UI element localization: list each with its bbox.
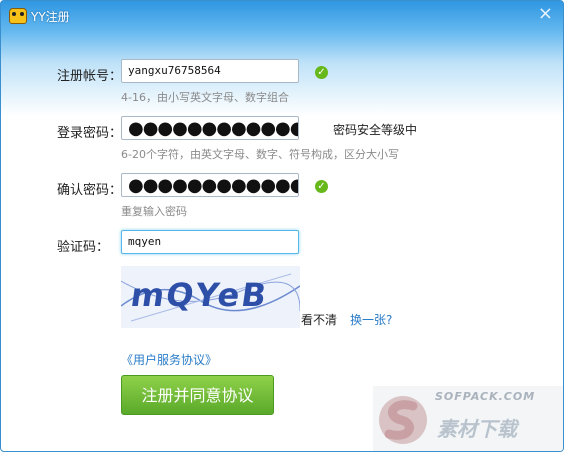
close-icon[interactable]: ×	[538, 5, 553, 23]
account-label: 注册帐号：	[57, 69, 123, 84]
confirm-password-label: 确认密码：	[57, 183, 123, 198]
yy-bear-icon	[9, 8, 27, 24]
register-window: YY注册 × 注册帐号： yangxu76758564 ✓ 4-16，由小写英文…	[0, 0, 564, 452]
confirm-password-hint: 重复输入密码	[121, 205, 187, 218]
captcha-image[interactable]: mQYeB	[121, 266, 300, 328]
watermark-top-text: SOFPACK.COM	[435, 390, 536, 403]
captcha-input[interactable]: mqyen	[121, 230, 299, 254]
password-strength-text: 密码安全等级中	[333, 123, 418, 137]
password-hint: 6-20个字符，由英文字母、数字、符号构成，区分大小写	[121, 148, 399, 161]
change-captcha-link[interactable]: 换一张?	[350, 311, 392, 328]
title-bar: YY注册 ×	[1, 1, 563, 31]
captcha-label: 验证码：	[57, 240, 110, 255]
user-agreement-link[interactable]: 《用户服务协议》	[121, 351, 217, 368]
account-hint: 4-16，由小写英文字母、数字组合	[121, 91, 289, 104]
password-label: 登录密码：	[57, 126, 123, 141]
watermark: SOFPACK.COM 素材下载	[373, 386, 563, 451]
password-input[interactable]: ●●●●●●●●●●●●●	[121, 116, 299, 140]
cant-see-text: 看不清	[301, 313, 338, 327]
register-agree-button[interactable]: 注册并同意协议	[121, 375, 274, 415]
captcha-text: mQYeB	[128, 276, 271, 314]
confirm-valid-check-icon: ✓	[315, 180, 328, 193]
watermark-main-text: 素材下载	[437, 417, 517, 441]
watermark-logo-icon	[379, 396, 427, 444]
window-title: YY注册	[31, 10, 70, 24]
confirm-password-input[interactable]: ●●●●●●●●●●●●●	[121, 173, 299, 197]
account-valid-check-icon: ✓	[315, 66, 328, 79]
account-input[interactable]: yangxu76758564	[121, 59, 299, 83]
